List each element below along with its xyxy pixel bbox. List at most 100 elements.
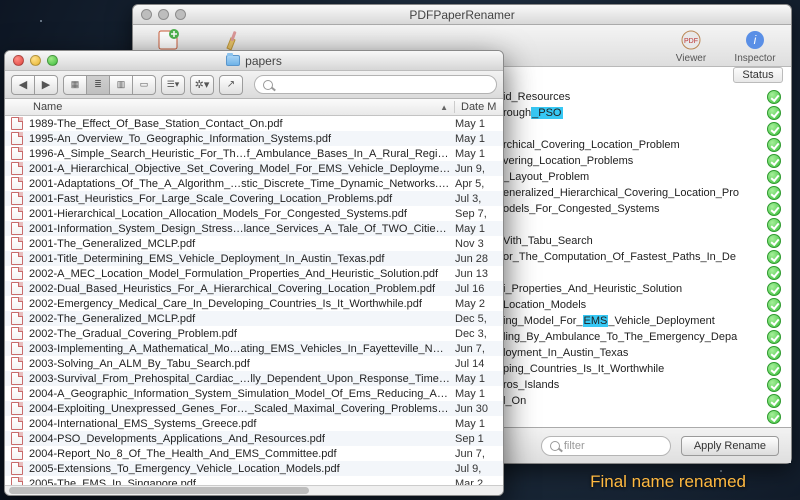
apply-rename-button[interactable]: Apply Rename (681, 436, 779, 456)
file-name: 2002-Emergency_Medical_Care_In_Developin… (29, 298, 455, 310)
file-date: Jun 7, (455, 343, 503, 355)
file-row[interactable]: 2004-Exploiting_Unexpressed_Genes_For…_S… (5, 401, 503, 416)
pdf-file-icon (11, 192, 23, 205)
file-date: Jun 30 (455, 403, 503, 415)
scrollbar-thumb[interactable] (9, 487, 309, 494)
finder-search-input[interactable] (254, 75, 497, 94)
pdf-file-icon (11, 477, 23, 485)
result-name: ros_Islands (503, 379, 761, 391)
file-row[interactable]: 2004-A_Geographic_Information_System_Sim… (5, 386, 503, 401)
file-row[interactable]: 2002-Dual_Based_Heuristics_For_A_Hierarc… (5, 281, 503, 296)
status-ok-icon (767, 170, 781, 184)
share-button[interactable]: ↗ (219, 75, 243, 95)
file-row[interactable]: 2003-Survival_From_Prehospital_Cardiac_…… (5, 371, 503, 386)
file-list[interactable]: 1989-The_Effect_Of_Base_Station_Contact_… (5, 116, 503, 485)
file-name: 2004-International_EMS_Systems_Greece.pd… (29, 418, 455, 430)
pdf-file-icon (11, 252, 23, 265)
back-button[interactable]: ◀ (11, 75, 35, 95)
forward-button[interactable]: ▶ (34, 75, 58, 95)
file-date: Jun 13 (455, 268, 503, 280)
filter-input[interactable]: filter (541, 436, 671, 456)
status-ok-icon (767, 330, 781, 344)
file-row[interactable]: 2004-Report_No_8_Of_The_Health_And_EMS_C… (5, 446, 503, 461)
pdf-file-icon (11, 327, 23, 340)
result-name: id_Resources (503, 91, 761, 103)
file-row[interactable]: 2001-Fast_Heuristics_For_Large_Scale_Cov… (5, 191, 503, 206)
file-date: Jun 7, (455, 448, 503, 460)
file-row[interactable]: 2001-Title_Determining_EMS_Vehicle_Deplo… (5, 251, 503, 266)
file-row[interactable]: 1995-An_Overview_To_Geographic_Informati… (5, 131, 503, 146)
file-row[interactable]: 2001-A_Hierarchical_Objective_Set_Coveri… (5, 161, 503, 176)
file-date: May 2 (455, 298, 503, 310)
status-ok-icon (767, 186, 781, 200)
file-row[interactable]: 2003-Solving_An_ALM_By_Tabu_Search.pdfJu… (5, 356, 503, 371)
file-row[interactable]: 2001-Hierarchical_Location_Allocation_Mo… (5, 206, 503, 221)
file-name: 1989-The_Effect_Of_Base_Station_Contact_… (29, 118, 455, 130)
file-date: May 1 (455, 418, 503, 430)
file-date: Nov 3 (455, 238, 503, 250)
result-name: Location_Models (503, 299, 761, 311)
file-name: 2001-Fast_Heuristics_For_Large_Scale_Cov… (29, 193, 455, 205)
status-ok-icon (767, 346, 781, 360)
pdf-file-icon (11, 462, 23, 475)
pdf-file-icon (11, 282, 23, 295)
status-ok-icon (767, 202, 781, 216)
result-name: ling_By_Ambulance_To_The_Emergency_Depa (503, 331, 761, 343)
pdf-file-icon (11, 222, 23, 235)
list-view-button[interactable]: ≣ (86, 75, 110, 95)
action-button[interactable]: ✲▾ (190, 75, 214, 95)
file-name: 2003-Survival_From_Prehospital_Cardiac_…… (29, 373, 455, 385)
inspector-label: Inspector (734, 53, 775, 64)
file-date: Sep 1 (455, 433, 503, 445)
sort-ascending-icon: ▲ (440, 103, 448, 112)
file-row[interactable]: 2004-International_EMS_Systems_Greece.pd… (5, 416, 503, 431)
file-row[interactable]: 1996-A_Simple_Search_Heuristic_For_Th…f_… (5, 146, 503, 161)
horizontal-scrollbar[interactable] (5, 485, 503, 495)
result-name: vering_Location_Problems (503, 155, 761, 167)
coverflow-view-button[interactable]: ▭ (132, 75, 156, 95)
file-row[interactable]: 2001-Adaptations_Of_The_A_Algorithm_…sti… (5, 176, 503, 191)
viewer-button[interactable]: PDF Viewer (663, 27, 719, 64)
file-row[interactable]: 1989-The_Effect_Of_Base_Station_Contact_… (5, 116, 503, 131)
pdf-file-icon (11, 147, 23, 160)
file-row[interactable]: 2005-The_EMS_In_Singapore.pdfMar 2 (5, 476, 503, 485)
file-date: Mar 2 (455, 478, 503, 486)
file-name: 2005-The_EMS_In_Singapore.pdf (29, 478, 455, 486)
icon-view-button[interactable]: ▦ (63, 75, 87, 95)
file-row[interactable]: 2005-Extensions_To_Emergency_Vehicle_Loc… (5, 461, 503, 476)
search-icon (550, 441, 560, 451)
file-name: 2001-Information_System_Design_Stress…la… (29, 223, 455, 235)
pdf-file-icon (11, 387, 23, 400)
file-row[interactable]: 2002-The_Gradual_Covering_Problem.pdfDec… (5, 326, 503, 341)
file-row[interactable]: 2001-The_Generalized_MCLP.pdfNov 3 (5, 236, 503, 251)
view-mode-segment: ▦ ≣ ▥ ▭ (63, 75, 156, 95)
status-column-header[interactable]: Status (733, 67, 783, 83)
result-name: odels_For_Congested_Systems (503, 203, 761, 215)
status-ok-icon (767, 138, 781, 152)
file-name: 2003-Implementing_A_Mathematical_Mo…atin… (29, 343, 455, 355)
file-row[interactable]: 2002-A_MEC_Location_Model_Formulation_Pr… (5, 266, 503, 281)
file-date: Dec 5, (455, 313, 503, 325)
result-name: rchical_Covering_Location_Problem (503, 139, 761, 151)
file-row[interactable]: 2001-Information_System_Design_Stress…la… (5, 221, 503, 236)
date-column-header[interactable]: Date M (455, 101, 503, 113)
result-name: l_On (503, 395, 761, 407)
pdf-file-icon (11, 117, 23, 130)
status-ok-icon (767, 218, 781, 232)
name-column-header[interactable]: Name ▲ (29, 101, 455, 113)
status-ok-icon (767, 314, 781, 328)
arrange-button[interactable]: ☰▾ (161, 75, 185, 95)
file-date: Jul 3, (455, 193, 503, 205)
pdf-file-icon (11, 162, 23, 175)
file-date: Sep 7, (455, 208, 503, 220)
file-row[interactable]: 2003-Implementing_A_Mathematical_Mo…atin… (5, 341, 503, 356)
inspector-button[interactable]: i Inspector (727, 27, 783, 64)
file-row[interactable]: 2004-PSO_Developments_Applications_And_R… (5, 431, 503, 446)
status-ok-icon (767, 154, 781, 168)
file-name: 2002-A_MEC_Location_Model_Formulation_Pr… (29, 268, 455, 280)
file-name: 2001-Adaptations_Of_The_A_Algorithm_…sti… (29, 178, 455, 190)
file-row[interactable]: 2002-Emergency_Medical_Care_In_Developin… (5, 296, 503, 311)
column-view-button[interactable]: ▥ (109, 75, 133, 95)
file-row[interactable]: 2002-The_Generalized_MCLP.pdfDec 5, (5, 311, 503, 326)
file-date: Jul 16 (455, 283, 503, 295)
